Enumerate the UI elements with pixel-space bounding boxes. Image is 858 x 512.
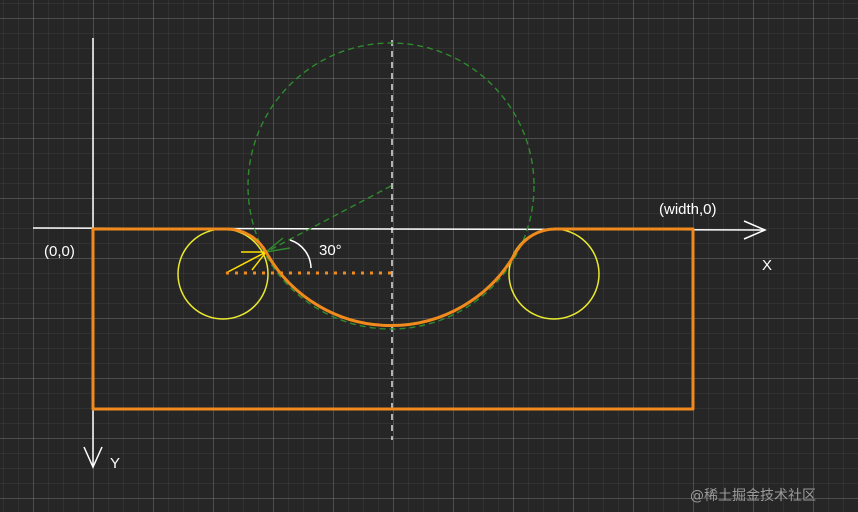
green-arrowhead — [263, 237, 291, 254]
angle-label: 30° — [319, 242, 342, 259]
origin-label: (0,0) — [44, 243, 75, 260]
watermark: @稀土掘金技术社区 — [690, 488, 816, 504]
x-axis-label: X — [762, 257, 772, 274]
shape-outline — [91, 227, 695, 411]
diagram-canvas: (0,0) (width,0) X Y 30° @稀土掘金技术社区 — [32, 38, 816, 504]
small-circle-radius-line — [225, 251, 267, 274]
y-axis-label: Y — [110, 455, 120, 472]
width-point-label: (width,0) — [659, 201, 717, 218]
axes — [32, 38, 767, 469]
angle-arc — [289, 239, 312, 269]
